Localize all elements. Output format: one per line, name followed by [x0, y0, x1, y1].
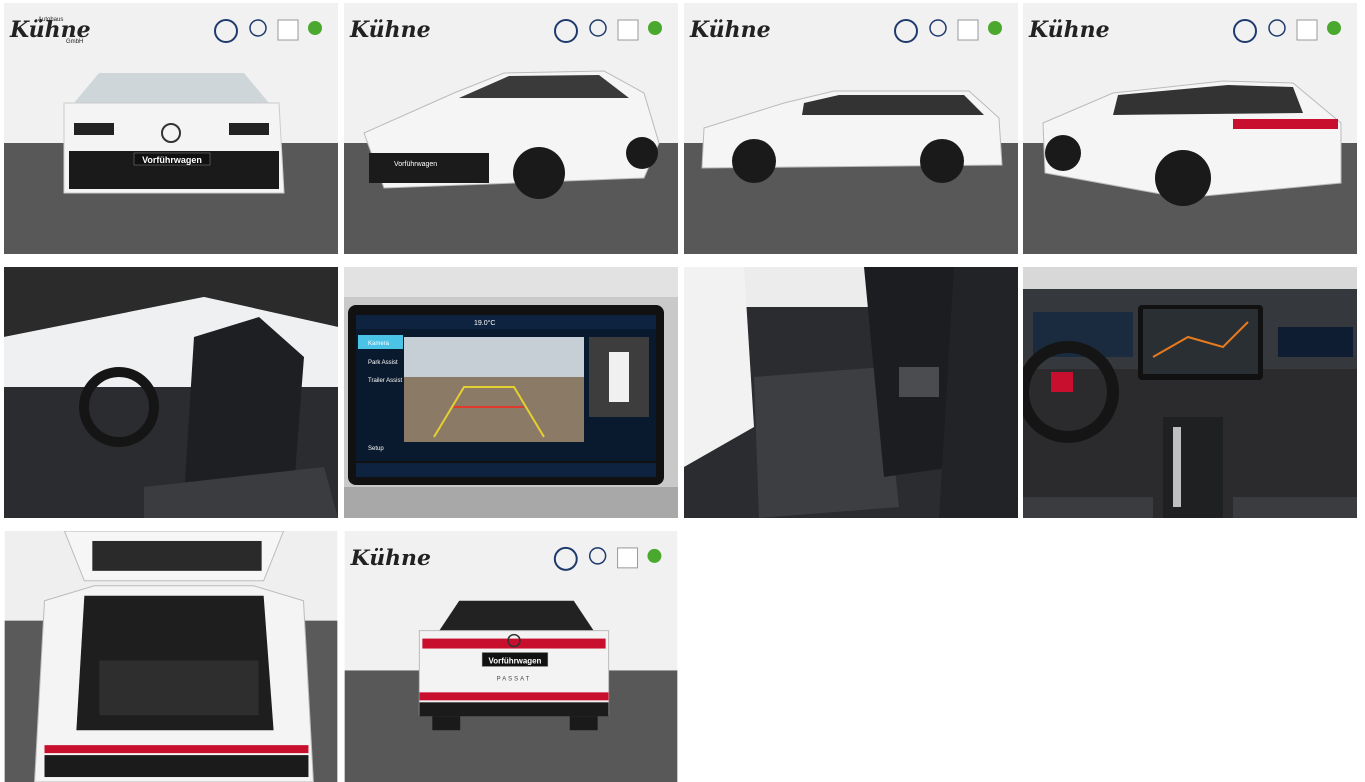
screen-menu-item-trailer-assist: Trailer Assist	[368, 378, 402, 384]
gallery-image-front[interactable]: Kühne Autohaus GmbH Vorführwagen	[4, 3, 338, 254]
tailgate-text: PASSAT	[497, 676, 532, 682]
plate-text: Vorführwagen	[394, 161, 437, 168]
dealer-logo-name: Kühne	[350, 545, 431, 571]
dealer-logo-name: Kühne	[1028, 17, 1110, 43]
gallery-image-rear-seats[interactable]	[684, 267, 1018, 518]
gallery-image-rear-angle[interactable]: Kühne	[1023, 3, 1357, 254]
skoda-logo-icon	[647, 548, 662, 563]
plate-text: Vorführwagen	[489, 656, 542, 665]
skoda-logo-icon	[308, 21, 322, 35]
gallery-grid: Kühne Autohaus GmbH Vorführwagen Kühne V…	[4, 3, 1360, 782]
gallery-image-rear[interactable]: Kühne Vorführwagen PASSAT	[344, 531, 678, 782]
screen-menu-item-camera: Kamera	[368, 341, 390, 347]
skoda-logo-icon	[988, 21, 1002, 35]
gallery-image-infotainment[interactable]: 19.0°C Kamera Park Assist Trailer Assist…	[344, 267, 678, 518]
gallery-image-side[interactable]: Kühne	[684, 3, 1018, 254]
dealer-logo-name: Kühne	[349, 17, 431, 43]
dealer-logo-name: Kühne	[689, 17, 771, 43]
gallery-image-front-angle[interactable]: Kühne Vorführwagen	[344, 3, 678, 254]
dealer-logo-top: Autohaus	[38, 17, 63, 23]
screen-menu-item-park-assist: Park Assist	[368, 360, 398, 366]
audi-service-logo-icon	[617, 19, 639, 41]
dealer-logo: Kühne Autohaus GmbH	[9, 17, 91, 45]
screen-temperature: 19.0°C	[474, 319, 495, 327]
gallery-image-cockpit[interactable]	[1023, 267, 1357, 518]
audi-service-logo-icon	[277, 19, 299, 41]
dealer-logo-sub: GmbH	[66, 39, 83, 45]
plate-text: Vorführwagen	[142, 155, 202, 165]
screen-bottom-label: Setup	[368, 446, 384, 452]
audi-service-logo-icon	[1296, 19, 1318, 41]
skoda-logo-icon	[1327, 21, 1341, 35]
skoda-logo-icon	[648, 21, 662, 35]
audi-service-logo-icon	[957, 19, 979, 41]
audi-service-logo-icon	[617, 547, 638, 569]
gallery-image-front-seats[interactable]	[4, 267, 338, 518]
gallery-image-trunk[interactable]	[4, 531, 338, 782]
